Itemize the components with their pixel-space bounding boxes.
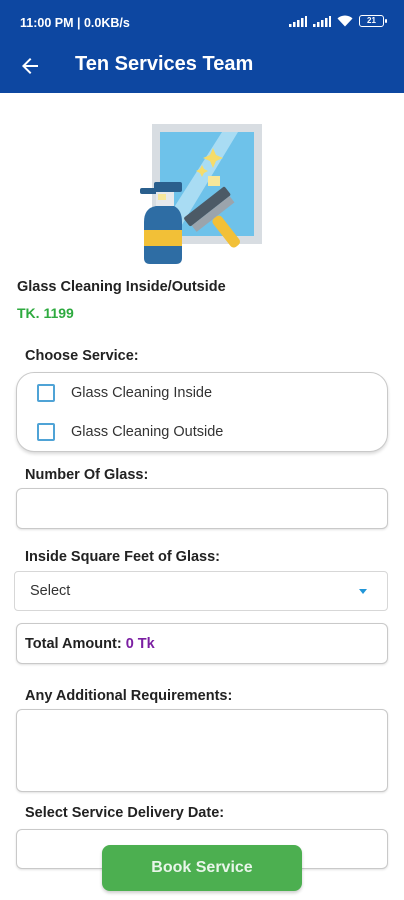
square-feet-select[interactable]: Select: [14, 571, 388, 611]
wifi-icon: [337, 15, 353, 27]
product-price: TK. 1199: [17, 305, 74, 321]
signal-icon: [313, 15, 331, 27]
choose-service-label: Choose Service:: [25, 348, 139, 364]
arrow-left-icon: [22, 58, 38, 74]
book-service-button[interactable]: Book Service: [102, 845, 302, 891]
select-value: Select: [30, 583, 71, 599]
option-glass-cleaning-outside[interactable]: Glass Cleaning Outside: [37, 421, 223, 443]
number-of-glass-label: Number Of Glass:: [25, 467, 149, 483]
dropdown-arrow-icon: [359, 589, 367, 594]
additional-requirements-label: Any Additional Requirements:: [25, 688, 233, 704]
battery-level: 21: [367, 16, 376, 25]
page-title: Ten Services Team: [75, 53, 254, 75]
square-feet-label: Inside Square Feet of Glass:: [25, 549, 220, 565]
battery-icon: 21: [359, 15, 387, 27]
status-icons: 21: [289, 15, 387, 27]
glass-cleaning-illustration: [130, 118, 276, 270]
status-bar: 11:00 PM | 0.0KB/s 21: [0, 0, 404, 44]
option-label: Glass Cleaning Outside: [71, 424, 224, 440]
option-label: Glass Cleaning Inside: [71, 385, 213, 401]
number-of-glass-input[interactable]: [16, 488, 388, 529]
total-amount-box: Total Amount: 0 Tk: [16, 623, 388, 664]
signal-icon: [289, 15, 307, 27]
total-amount: Total Amount: 0 Tk: [25, 636, 155, 652]
additional-requirements-input[interactable]: [16, 709, 388, 792]
delivery-date-label: Select Service Delivery Date:: [25, 805, 225, 821]
status-time: 11:00 PM | 0.0KB/s: [20, 16, 130, 30]
product-name: Glass Cleaning Inside/Outside: [17, 279, 226, 295]
option-glass-cleaning-inside[interactable]: Glass Cleaning Inside: [37, 382, 212, 404]
total-amount-value: 0 Tk: [125, 636, 155, 652]
checkbox[interactable]: [37, 384, 55, 402]
app-bar: 11:00 PM | 0.0KB/s 21 Ten Services Team: [0, 0, 404, 93]
total-amount-label: Total Amount:: [25, 636, 122, 652]
back-button[interactable]: [18, 54, 42, 78]
checkbox[interactable]: [37, 423, 55, 441]
choose-service-group: Glass Cleaning Inside Glass Cleaning Out…: [16, 372, 388, 452]
